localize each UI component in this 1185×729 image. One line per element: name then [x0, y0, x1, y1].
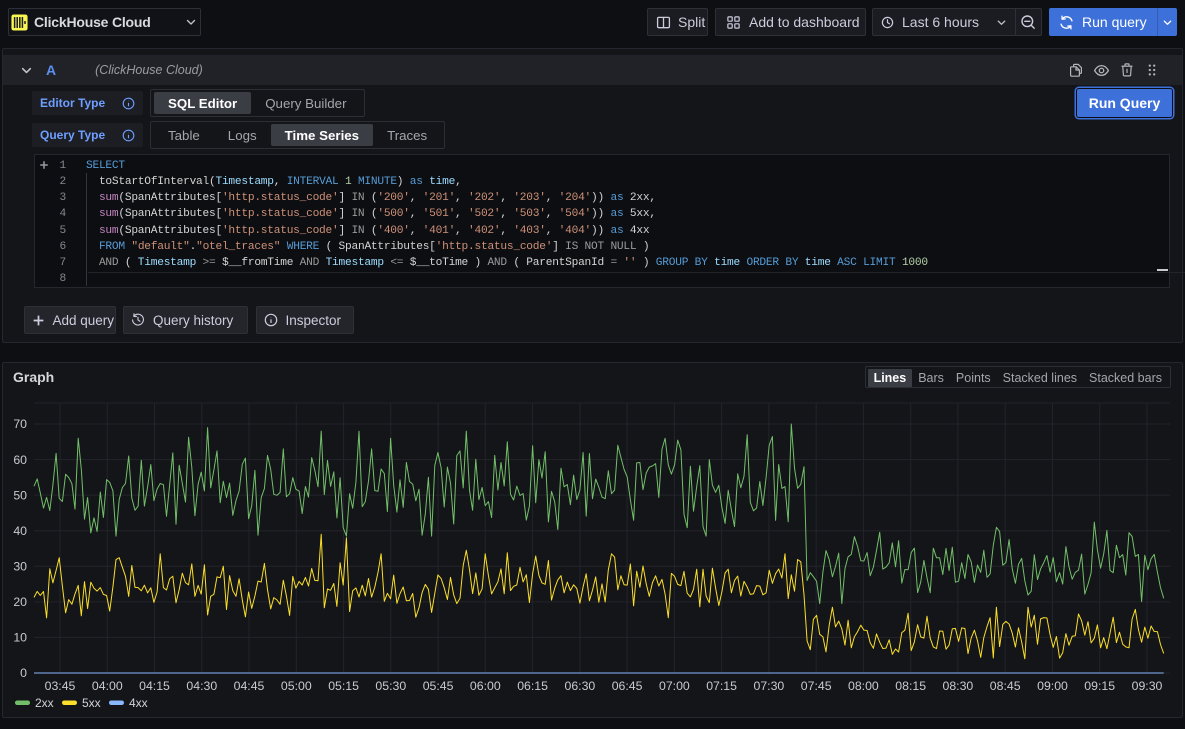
svg-text:04:00: 04:00 [92, 679, 123, 693]
svg-text:06:45: 06:45 [612, 679, 643, 693]
svg-text:70: 70 [13, 417, 27, 431]
svg-text:09:00: 09:00 [1037, 679, 1068, 693]
svg-text:05:45: 05:45 [423, 679, 454, 693]
svg-text:05:00: 05:00 [281, 679, 312, 693]
svg-text:10: 10 [13, 631, 27, 645]
svg-text:07:30: 07:30 [754, 679, 785, 693]
svg-text:20: 20 [13, 595, 27, 609]
svg-text:06:15: 06:15 [517, 679, 548, 693]
svg-text:04:15: 04:15 [139, 679, 170, 693]
svg-text:60: 60 [13, 453, 27, 467]
svg-text:40: 40 [13, 524, 27, 538]
svg-text:4xx: 4xx [129, 696, 148, 710]
svg-text:50: 50 [13, 488, 27, 502]
svg-text:03:45: 03:45 [45, 679, 76, 693]
svg-text:09:15: 09:15 [1084, 679, 1115, 693]
svg-text:07:45: 07:45 [801, 679, 832, 693]
svg-text:08:30: 08:30 [943, 679, 974, 693]
svg-text:07:15: 07:15 [706, 679, 737, 693]
svg-text:09:30: 09:30 [1132, 679, 1163, 693]
svg-text:04:30: 04:30 [186, 679, 217, 693]
svg-text:07:00: 07:00 [659, 679, 690, 693]
svg-text:05:15: 05:15 [328, 679, 359, 693]
svg-text:04:45: 04:45 [234, 679, 265, 693]
svg-text:0: 0 [20, 666, 27, 680]
svg-text:5xx: 5xx [82, 696, 101, 710]
svg-text:05:30: 05:30 [375, 679, 406, 693]
svg-text:08:45: 08:45 [990, 679, 1021, 693]
svg-text:2xx: 2xx [35, 696, 54, 710]
svg-text:06:00: 06:00 [470, 679, 501, 693]
svg-text:08:15: 08:15 [895, 679, 926, 693]
svg-text:08:00: 08:00 [848, 679, 879, 693]
svg-text:06:30: 06:30 [565, 679, 596, 693]
svg-text:30: 30 [13, 560, 27, 574]
